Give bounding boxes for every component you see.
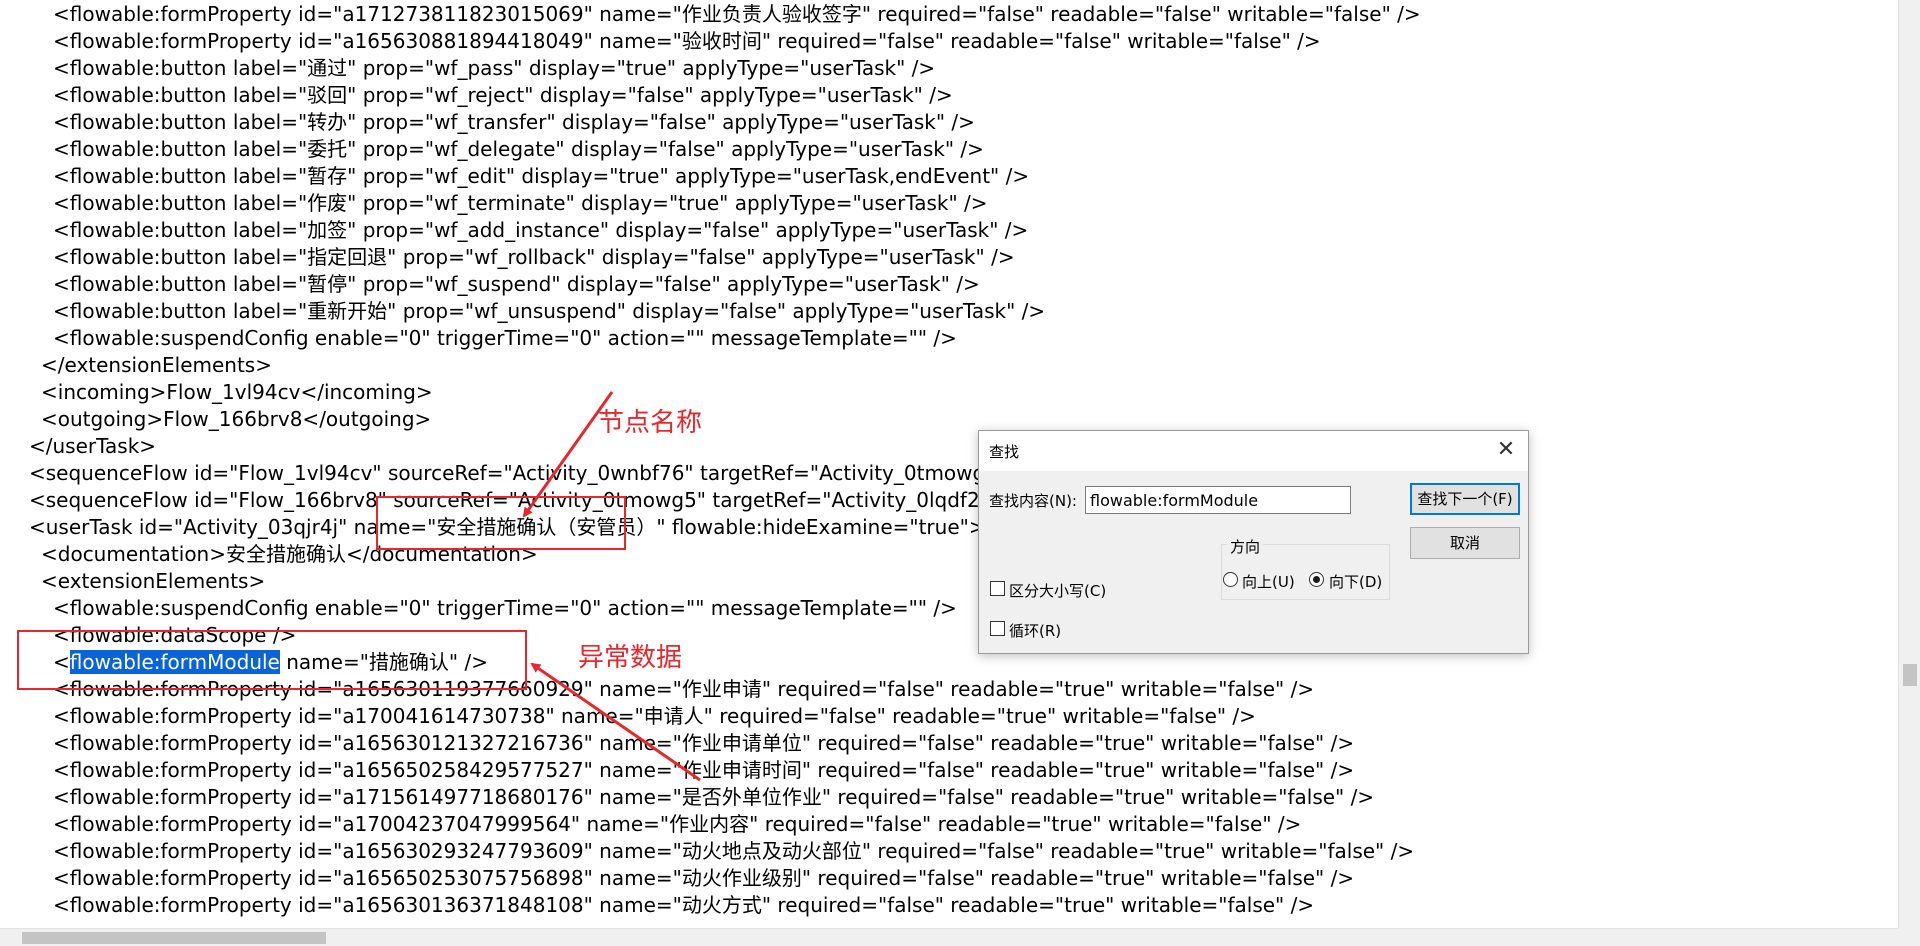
code-line: </extensionElements> (41, 353, 272, 377)
find-next-button[interactable]: 查找下一个(F) (1410, 483, 1520, 515)
abnormal-data-annotation: 异常数据 (578, 643, 683, 673)
wrap-around-label[interactable]: 循环(R) (1009, 620, 1061, 641)
code-line: <flowable:formProperty id="a165630121327… (53, 731, 1355, 755)
direction-down-radio[interactable] (1309, 572, 1324, 587)
code-line: <flowable:button label="转办" prop="wf_tra… (53, 110, 975, 134)
code-line: <flowable:formProperty id="a171273811823… (53, 2, 1421, 26)
code-line: <flowable:button label="重新开始" prop="wf_u… (53, 299, 1046, 323)
code-line: <flowable:formProperty id="a165630881894… (53, 29, 1321, 53)
dialog-title: 查找 (989, 443, 1020, 461)
code-line: <flowable:button label="暂存" prop="wf_edi… (53, 164, 1030, 188)
code-line: <flowable:button label="暂停" prop="wf_sus… (53, 272, 980, 296)
code-line: <extensionElements> (41, 569, 266, 593)
code-line: <flowable:formProperty id="a170042370479… (53, 812, 1302, 836)
text-editor[interactable]: <flowable:formProperty id="a171273811823… (0, 0, 1898, 928)
direction-up-radio[interactable] (1223, 572, 1238, 587)
abnormal-data-highlight-box (17, 630, 527, 690)
close-icon[interactable]: ✕ (1492, 436, 1520, 464)
code-line: <flowable:button label="委托" prop="wf_del… (53, 137, 984, 161)
code-line: <flowable:button label="指定回退" prop="wf_r… (53, 245, 1015, 269)
code-line: <flowable:formProperty id="a165630136371… (53, 893, 1315, 917)
vertical-scrollbar-thumb[interactable] (1903, 664, 1917, 686)
code-line: <flowable:button label="加签" prop="wf_add… (53, 218, 1029, 242)
vertical-scrollbar[interactable] (1898, 0, 1920, 928)
code-line: <flowable:formProperty id="a170041614730… (53, 704, 1256, 728)
match-case-checkbox[interactable] (990, 581, 1005, 596)
find-dialog: 查找 ✕ 查找内容(N): 查找下一个(F) 取消 方向 向上(U) 向下(D)… (978, 430, 1529, 654)
code-line: <flowable:button label="驳回" prop="wf_rej… (53, 83, 953, 107)
wrap-around-checkbox[interactable] (990, 621, 1005, 636)
direction-down-label[interactable]: 向下(D) (1329, 571, 1382, 592)
direction-label: 方向 (1227, 536, 1264, 557)
dialog-titlebar[interactable]: 查找 ✕ (979, 431, 1528, 471)
code-line: <sequenceFlow id="Flow_1vl94cv" sourceRe… (29, 461, 1037, 485)
code-line: <flowable:formProperty id="a165650258429… (53, 758, 1355, 782)
code-line: <flowable:formProperty id="a165650253075… (53, 866, 1355, 890)
node-name-highlight-box (376, 496, 626, 550)
code-line: <incoming>Flow_1vl94cv</incoming> (41, 380, 433, 404)
code-line: <flowable:button label="作废" prop="wf_ter… (53, 191, 988, 215)
code-line: <flowable:button label="通过" prop="wf_pas… (53, 56, 936, 80)
horizontal-scrollbar[interactable] (0, 928, 1898, 946)
code-line: <flowable:formProperty id="a165630293247… (53, 839, 1415, 863)
find-what-label: 查找内容(N): (989, 492, 1077, 510)
code-line: <outgoing>Flow_166brv8</outgoing> (41, 407, 432, 431)
direction-up-label[interactable]: 向上(U) (1242, 571, 1295, 592)
code-line: <flowable:suspendConfig enable="0" trigg… (53, 326, 957, 350)
node-name-annotation: 节点名称 (598, 408, 703, 438)
horizontal-scrollbar-thumb[interactable] (22, 932, 326, 944)
code-line: <flowable:formProperty id="a171561497718… (53, 785, 1375, 809)
code-line: </userTask> (29, 434, 157, 458)
code-line: <flowable:suspendConfig enable="0" trigg… (53, 596, 957, 620)
scrollbar-corner (1898, 928, 1920, 946)
find-what-input[interactable] (1085, 486, 1351, 514)
cancel-button[interactable]: 取消 (1410, 527, 1520, 559)
match-case-label[interactable]: 区分大小写(C) (1009, 580, 1106, 601)
